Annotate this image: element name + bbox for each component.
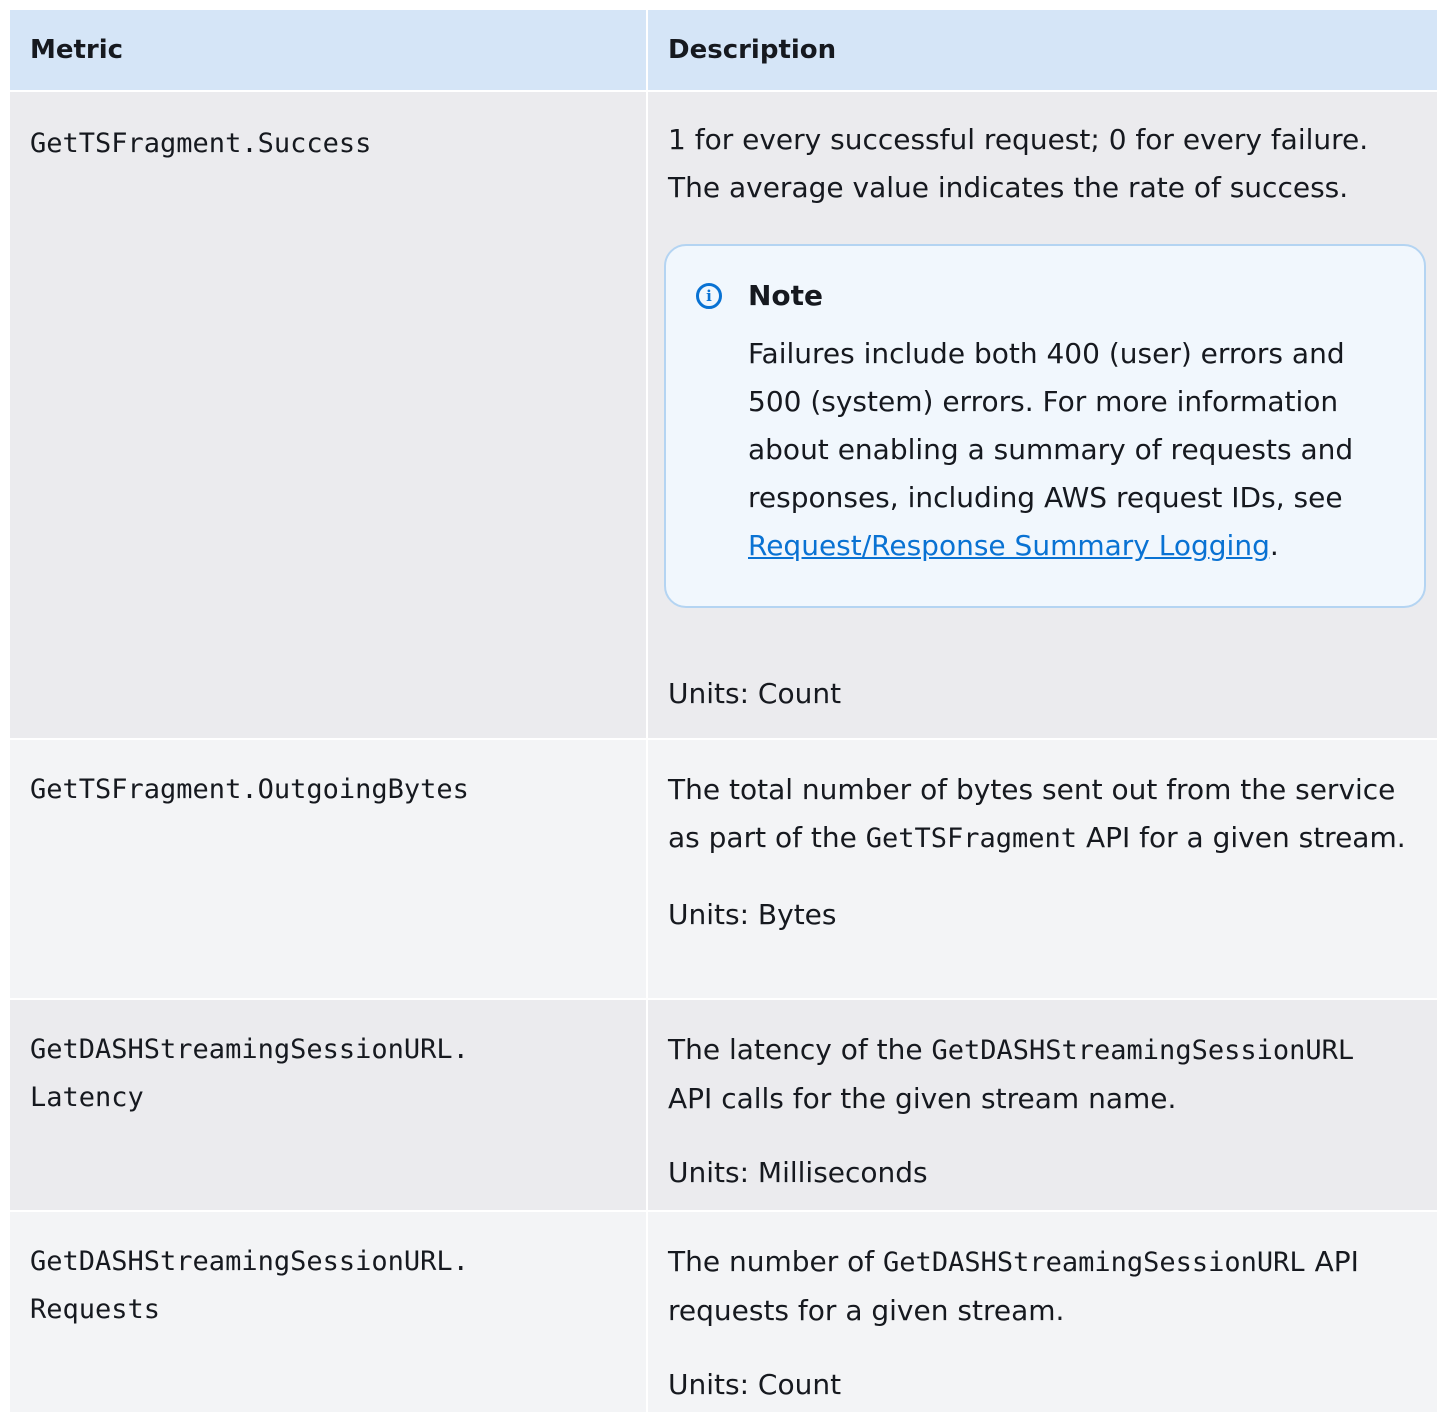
note-title-text: Note <box>748 279 824 312</box>
metric-cell: GetTSFragment.OutgoingBytes <box>10 740 648 998</box>
description-text: 1 for every successful request; 0 for ev… <box>668 116 1433 212</box>
table-header-row: Metric Description <box>10 10 1437 92</box>
description-text: The number of GetDASHStreamingSessionURL… <box>668 1238 1388 1335</box>
description-pre: The number of <box>668 1245 884 1278</box>
note-callout: i Note Failures include both 400 (user) … <box>664 244 1426 608</box>
metric-name: GetTSFragment.OutgoingBytes <box>30 774 469 805</box>
api-name-code: GetDASHStreamingSessionURL <box>883 1247 1306 1278</box>
description-text: The latency of the GetDASHStreamingSessi… <box>668 1026 1388 1123</box>
table-row: GetTSFragment.OutgoingBytes The total nu… <box>10 740 1437 1000</box>
note-title: i Note <box>696 276 1384 316</box>
note-text: Failures include both 400 (user) errors … <box>748 337 1354 514</box>
api-name-code: GetDASHStreamingSessionURL <box>931 1035 1355 1066</box>
metric-name-line: Requests <box>30 1294 161 1325</box>
units-text: Units: Count <box>668 677 842 710</box>
column-header-description: Description <box>668 35 837 65</box>
column-header-metric: Metric <box>10 10 648 90</box>
api-name-code: GetTSFragment <box>865 823 1078 854</box>
note-body: Failures include both 400 (user) errors … <box>748 330 1384 570</box>
description-cell: The latency of the GetDASHStreamingSessi… <box>648 1000 1437 1210</box>
table-row: GetTSFragment.Success 1 for every succes… <box>10 92 1437 740</box>
metric-cell: GetDASHStreamingSessionURL. Requests <box>10 1212 648 1412</box>
description-cell: The number of GetDASHStreamingSessionURL… <box>648 1212 1437 1412</box>
description-pre: The latency of the <box>668 1033 932 1066</box>
metric-name-line: GetDASHStreamingSessionURL. <box>30 1034 469 1065</box>
table-row: GetDASHStreamingSessionURL. Latency The … <box>10 1000 1437 1212</box>
table-row: GetDASHStreamingSessionURL. Requests The… <box>10 1212 1437 1412</box>
metric-name-line: GetDASHStreamingSessionURL. <box>30 1246 469 1277</box>
description-post: API for a given stream. <box>1077 821 1406 854</box>
units-text: Units: Milliseconds <box>668 1156 928 1189</box>
units-text: Units: Count <box>668 1368 842 1401</box>
description-post: API calls for the given stream name. <box>668 1082 1177 1115</box>
metrics-table: Metric Description GetTSFragment.Success… <box>10 10 1437 1412</box>
description-line: 1 for every successful request; 0 for ev… <box>668 123 1369 156</box>
metric-name: GetTSFragment.Success <box>30 128 372 159</box>
info-icon: i <box>696 283 722 309</box>
description-text: The total number of bytes sent out from … <box>668 766 1433 863</box>
description-cell: The total number of bytes sent out from … <box>648 740 1437 998</box>
units-text: Units: Bytes <box>668 898 837 931</box>
metric-cell: GetDASHStreamingSessionURL. Latency <box>10 1000 648 1210</box>
description-cell: 1 for every successful request; 0 for ev… <box>648 92 1437 738</box>
metric-name-line: Latency <box>30 1082 144 1113</box>
note-text-end: . <box>1269 529 1279 562</box>
metric-cell: GetTSFragment.Success <box>10 92 648 738</box>
description-line: The average value indicates the rate of … <box>668 171 1349 204</box>
request-response-summary-logging-link[interactable]: Request/Response Summary Logging <box>748 529 1270 562</box>
